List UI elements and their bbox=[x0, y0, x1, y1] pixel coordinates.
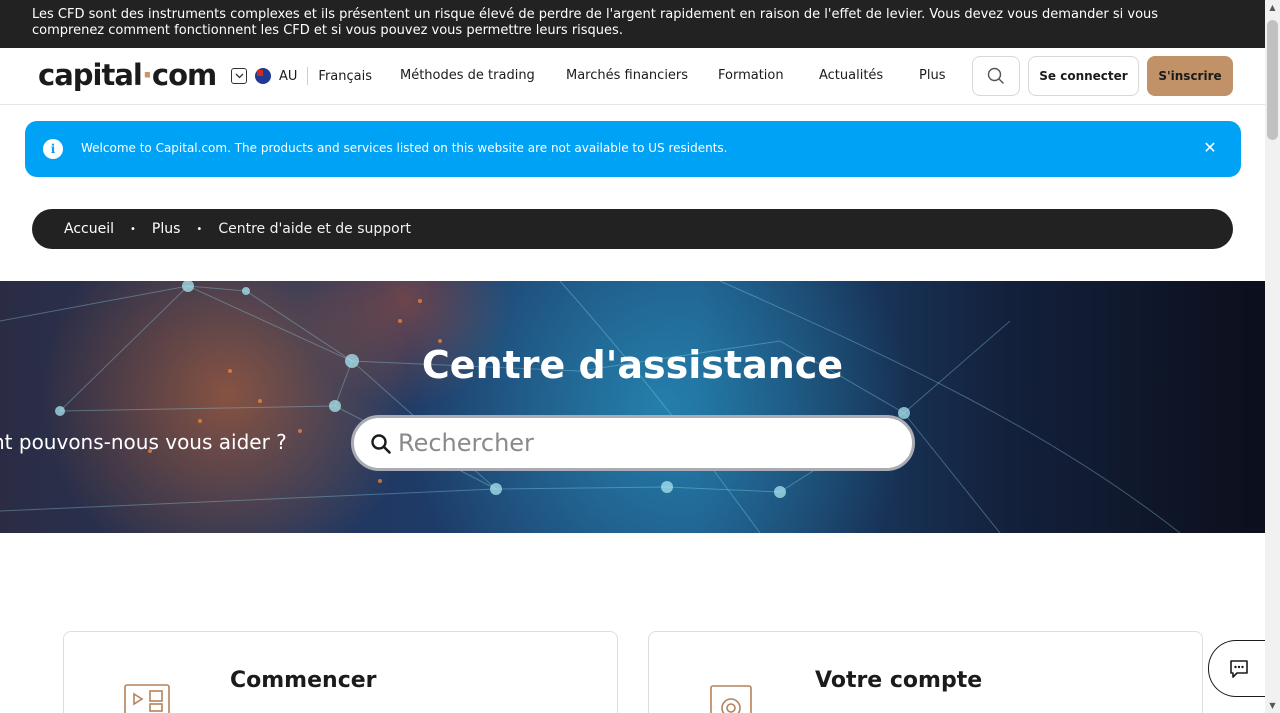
network-background-graphic bbox=[0, 281, 1181, 533]
video-lesson-icon bbox=[124, 684, 170, 713]
nav-item-trading-methods[interactable]: Méthodes de trading bbox=[400, 68, 535, 83]
signup-button[interactable]: S'inscrire bbox=[1147, 56, 1233, 96]
breadcrumb-more[interactable]: Plus bbox=[152, 221, 181, 237]
card-title: Commencer bbox=[230, 668, 377, 693]
category-card-getting-started[interactable]: Commencer bbox=[63, 631, 618, 713]
scroll-down-arrow-icon[interactable]: ▼ bbox=[1265, 698, 1280, 713]
category-card-your-account[interactable]: Votre compte bbox=[648, 631, 1203, 713]
australia-flag-icon bbox=[255, 68, 271, 84]
locale-selector[interactable]: AU Français bbox=[231, 67, 372, 85]
region-code: AU bbox=[279, 68, 298, 84]
search-icon bbox=[987, 67, 1004, 84]
locale-divider bbox=[307, 67, 309, 85]
account-settings-icon bbox=[710, 685, 752, 713]
nav-item-news[interactable]: Actualités bbox=[819, 68, 883, 83]
help-search-input[interactable] bbox=[398, 428, 878, 458]
capital-logo[interactable]: capital·com bbox=[38, 58, 217, 92]
help-search-bar bbox=[351, 415, 915, 471]
breadcrumb-separator: • bbox=[196, 223, 203, 235]
close-icon[interactable]: ✕ bbox=[1199, 137, 1221, 159]
page-scrollbar[interactable]: ▲ ▼ bbox=[1265, 0, 1280, 713]
logo-text-left: capital bbox=[38, 58, 143, 92]
header-search-button[interactable] bbox=[972, 56, 1020, 96]
risk-warning-text: Les CFD sont des instruments complexes e… bbox=[32, 7, 1159, 38]
info-icon: i bbox=[43, 139, 63, 159]
chat-icon bbox=[1229, 659, 1248, 678]
scrollbar-thumb[interactable] bbox=[1267, 20, 1278, 140]
language-label[interactable]: Français bbox=[318, 69, 372, 84]
page-title: Centre d'assistance bbox=[421, 343, 844, 387]
logo-text-right: com bbox=[151, 58, 217, 92]
nav-item-financial-markets[interactable]: Marchés financiers bbox=[566, 68, 688, 83]
chat-support-button[interactable] bbox=[1208, 640, 1268, 697]
breadcrumb: Accueil • Plus • Centre d'aide et de sup… bbox=[32, 209, 1233, 249]
banner-message: Welcome to Capital.com. The products and… bbox=[81, 141, 728, 155]
help-center-hero: Centre d'assistance nt pouvons-nous vous… bbox=[0, 281, 1265, 533]
risk-warning-bar: Les CFD sont des instruments complexes e… bbox=[0, 0, 1265, 48]
logo-dot: · bbox=[141, 58, 153, 92]
nav-item-more[interactable]: Plus bbox=[919, 68, 945, 83]
breadcrumb-separator: • bbox=[130, 223, 136, 235]
us-residents-banner: i Welcome to Capital.com. The products a… bbox=[25, 121, 1241, 177]
breadcrumb-home[interactable]: Accueil bbox=[64, 221, 114, 237]
search-icon bbox=[371, 434, 391, 454]
scroll-up-arrow-icon[interactable]: ▲ bbox=[1265, 0, 1280, 15]
top-navigation: capital·com AU Français Méthodes de trad… bbox=[0, 48, 1265, 105]
login-button[interactable]: Se connecter bbox=[1028, 56, 1139, 96]
card-title: Votre compte bbox=[815, 668, 983, 693]
chevron-down-icon[interactable] bbox=[231, 68, 247, 84]
breadcrumb-current: Centre d'aide et de support bbox=[218, 221, 411, 237]
hero-question: nt pouvons-nous vous aider ? bbox=[0, 430, 287, 454]
nav-item-education[interactable]: Formation bbox=[718, 68, 784, 83]
